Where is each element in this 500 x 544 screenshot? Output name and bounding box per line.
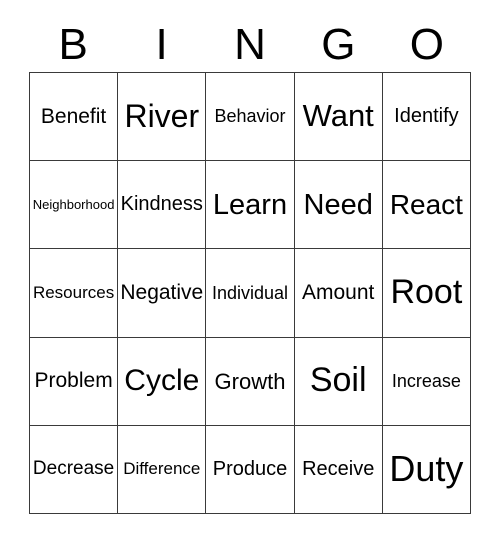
bingo-cell-label: Duty [389,448,464,490]
bingo-cell-label: Growth [214,368,286,394]
bingo-cell[interactable]: React [382,161,471,250]
bingo-cell-label: Identify [394,105,459,128]
bingo-cell[interactable]: Produce [206,425,295,514]
bingo-cell[interactable]: Receive [294,425,383,514]
bingo-cell-label: Kindness [120,193,203,216]
bingo-cell[interactable]: Identify [382,73,471,162]
bingo-cell-label: Want [302,98,374,134]
bingo-cell-label: Behavior [214,106,286,127]
bingo-cell-label: Root [390,273,463,312]
bingo-cell-label: Receive [302,457,375,480]
bingo-cell[interactable]: Want [294,73,383,162]
bingo-cell-label: Amount [302,280,375,304]
bingo-cell-label: Cycle [124,364,200,398]
bingo-cell[interactable]: Soil [294,337,383,426]
bingo-cell-label: Difference [123,459,201,479]
bingo-cell-label: Produce [212,457,288,480]
bingo-cell[interactable]: River [118,73,207,162]
bingo-cell[interactable]: Kindness [118,161,207,250]
bingo-cell-label: Resources [32,283,115,303]
bingo-cell-label: Individual [211,282,289,303]
bingo-cell[interactable]: Need [294,161,383,250]
bingo-cell[interactable]: Cycle [118,337,207,426]
bingo-cell-label: Need [303,188,373,221]
bingo-header-letter-o: O [409,20,444,69]
bingo-cell[interactable]: Benefit [30,73,119,162]
bingo-header-letter-g: G [321,20,356,69]
bingo-header-letter-i: I [155,20,168,69]
bingo-card: B I N G O Benefit River Behavior Want Id… [0,0,500,544]
bingo-cell[interactable]: Decrease [30,425,119,514]
bingo-header-letter-n: N [234,20,266,69]
bingo-header-letter-b: B [58,20,88,69]
bingo-cell[interactable]: Difference [118,425,207,514]
bingo-cell[interactable]: Root [382,249,471,338]
bingo-cell[interactable]: Learn [206,161,295,250]
bingo-cell[interactable]: Individual [206,249,295,338]
bingo-cell-label: Soil [309,361,367,400]
bingo-cell-label: Increase [391,370,461,391]
bingo-cell[interactable]: Amount [294,249,383,338]
bingo-cell-label: Negative [120,280,204,304]
bingo-grid: Benefit River Behavior Want Identify Nei… [29,72,471,514]
bingo-cell-label: Benefit [40,104,107,128]
bingo-cell[interactable]: Increase [382,337,471,426]
bingo-cell-label: Decrease [32,458,115,480]
bingo-cell[interactable]: Negative [118,249,207,338]
bingo-cell[interactable]: Growth [206,337,295,426]
bingo-cell[interactable]: Neighborhood [30,161,119,250]
bingo-cell[interactable]: Behavior [206,73,295,162]
bingo-cell-label: React [389,189,463,221]
bingo-cell[interactable]: Problem [30,337,119,426]
bingo-cell-label: Learn [212,188,288,221]
bingo-cell-label: River [124,97,200,134]
bingo-cell[interactable]: Resources [30,249,119,338]
bingo-header-row: B I N G O [29,18,471,72]
bingo-cell[interactable]: Duty [382,425,471,514]
bingo-cell-label: Neighborhood [32,196,115,212]
bingo-cell-label: Problem [34,369,113,393]
